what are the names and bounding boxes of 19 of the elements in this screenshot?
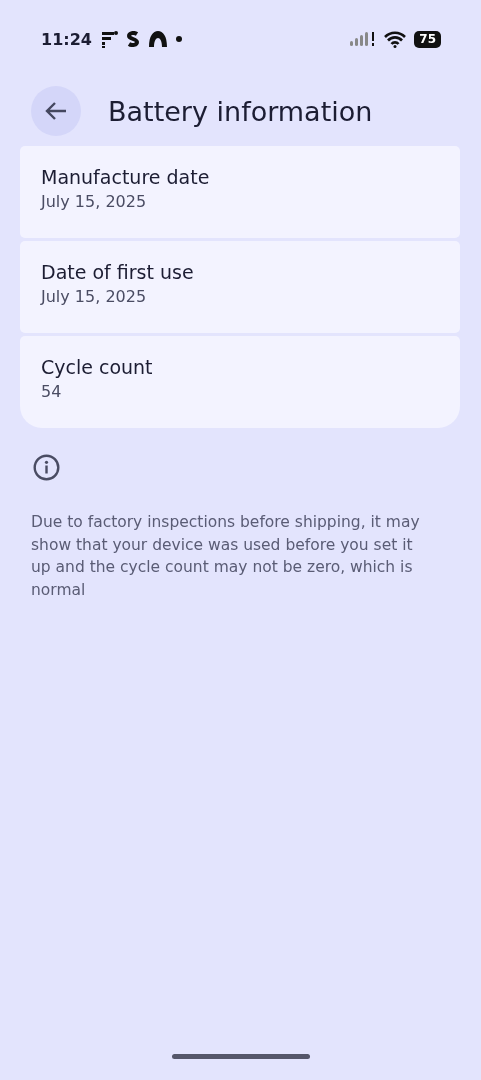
- info-icon: [33, 454, 60, 481]
- notification-icon: [125, 31, 140, 47]
- battery-icon: 75: [414, 30, 441, 48]
- item-value: July 15, 2025: [41, 192, 148, 211]
- back-arrow-icon: [45, 101, 67, 121]
- dot-icon: [175, 36, 182, 42]
- status-time: 11:24: [41, 29, 92, 49]
- item-value: July 15, 2025: [41, 287, 148, 306]
- item-title: Cycle count: [41, 356, 154, 378]
- notification-icon: [99, 30, 118, 48]
- signal-icon: [350, 31, 377, 47]
- item-title: Manufacture date: [41, 166, 211, 188]
- item-title: Date of first use: [41, 261, 195, 283]
- notification-icon: [147, 30, 168, 48]
- page-title: Battery information: [108, 95, 373, 127]
- wifi-icon: [384, 30, 407, 48]
- back-button[interactable]: [31, 86, 81, 136]
- info-text: Due to factory inspections before shipping, it may show that your device was used before you set it up and the cycle count may not be zero, which is normal: [31, 512, 421, 601]
- item-value: 54: [41, 382, 63, 401]
